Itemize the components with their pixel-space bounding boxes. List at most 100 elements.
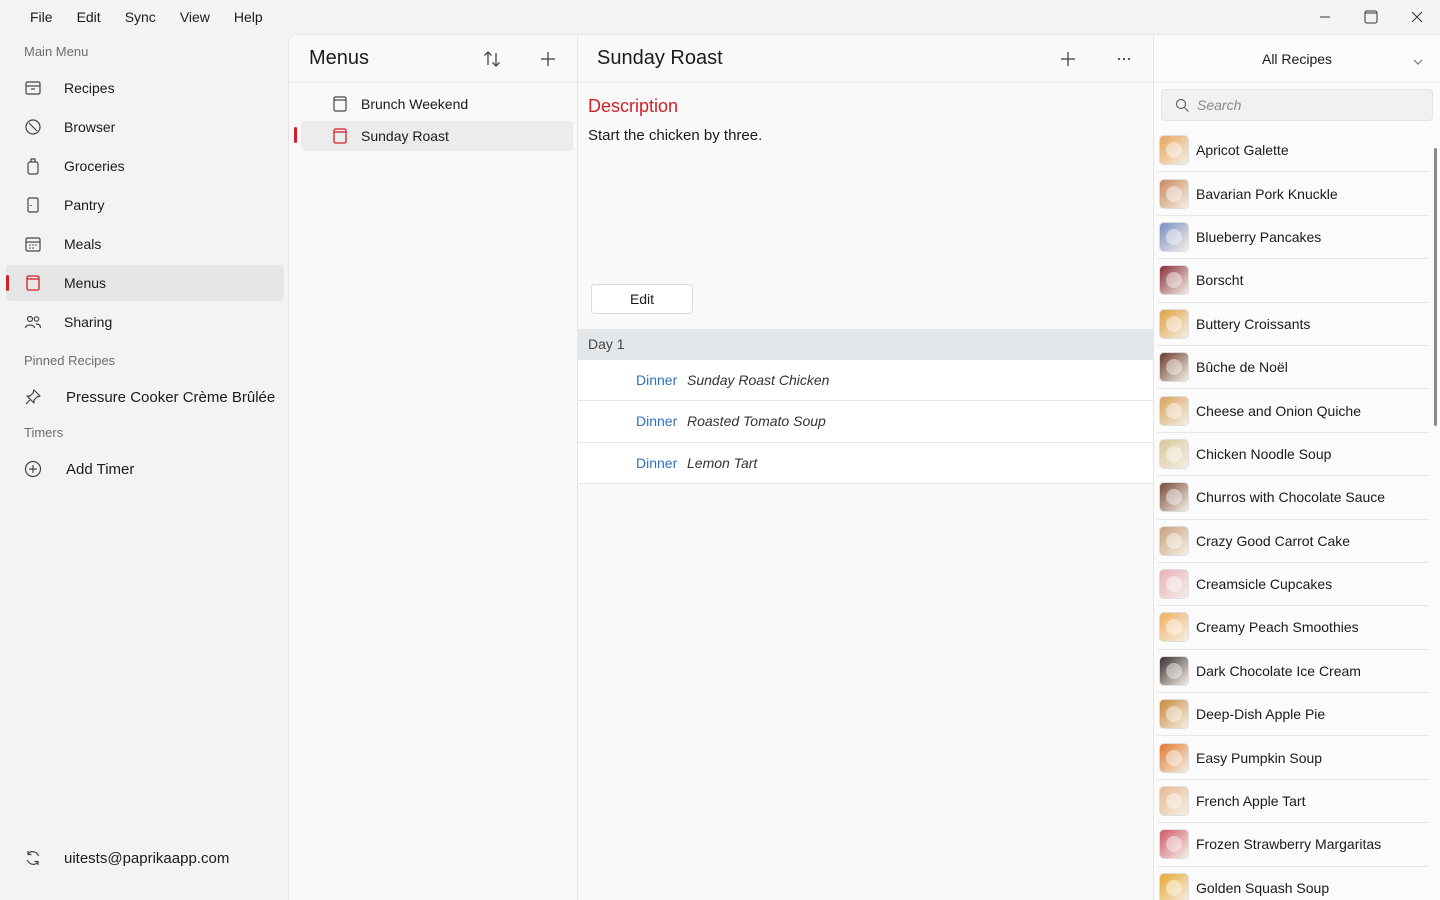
timers-label: Timers [24,425,64,440]
calendar-icon [24,235,42,253]
recipe-name: Cheese and Onion Quiche [1196,402,1361,419]
menu-list-item-brunch-weekend[interactable]: Brunch Weekend [301,89,573,119]
more-options-icon[interactable] [1112,47,1136,71]
menu-file[interactable]: File [0,0,65,34]
menus-header: Menus [289,35,577,83]
pinned-recipe-label: Pressure Cooker Crème Brûlée [66,388,276,406]
recipe-thumbnail [1159,221,1189,252]
menu-list-label: Brunch Weekend [361,96,469,112]
recipe-name: Easy Pumpkin Soup [1196,749,1323,766]
sidebar-item-label: Meals [64,236,102,252]
recipe-list-item[interactable]: Crazy Good Carrot Cake [1157,520,1428,563]
sync-account[interactable]: uitests@paprikaapp.com [6,840,229,876]
recipe-list-item[interactable]: Churros with Chocolate Sauce [1157,476,1428,520]
recipe-list-item[interactable]: Bavarian Pork Knuckle [1157,172,1428,216]
menu-book-icon [331,127,349,145]
meal-type: Dinner [636,454,678,471]
recipe-box-icon [24,79,42,97]
category-selected: All Recipes [1261,50,1333,67]
sidebar-item-label: Recipes [64,80,115,96]
chevron-down-icon [1412,53,1424,71]
search-icon [1175,98,1190,113]
recipe-list-item[interactable]: Deep-Dish Apple Pie [1157,693,1428,737]
sidebar-item-label: Groceries [64,158,125,174]
account-email: uitests@paprikaapp.com [64,849,230,867]
recipe-name: Golden Squash Soup [1196,879,1330,896]
sync-icon [24,849,42,867]
window-controls [1302,0,1440,34]
close-icon[interactable] [1394,0,1440,34]
recipe-thumbnail [1159,569,1189,600]
recipe-list-item[interactable]: Golden Squash Soup [1157,867,1428,900]
recipe-list-item[interactable]: French Apple Tart [1157,780,1428,824]
grocery-bag-icon [24,157,42,175]
recipe-thumbnail [1159,352,1189,383]
recipe-list-item[interactable]: Cheese and Onion Quiche [1157,389,1428,433]
recipe-name: Creamsicle Cupcakes [1196,576,1333,593]
pinned-recipe-item[interactable]: Pressure Cooker Crème Brûlée [6,379,284,415]
recipe-thumbnail [1159,742,1189,773]
menu-list-item-sunday-roast[interactable]: Sunday Roast [294,121,573,151]
description-heading: Description [588,96,679,116]
sidebar-item-recipes[interactable]: Recipes [6,70,284,106]
add-menu-icon[interactable] [536,47,560,71]
meal-row[interactable]: Dinner Lemon Tart [578,442,1154,484]
main-menu-label: Main Menu [24,44,89,59]
add-timer-button[interactable]: Add Timer [6,451,284,487]
edit-button[interactable]: Edit [591,284,693,314]
recipe-list-item[interactable]: Dark Chocolate Ice Cream [1157,650,1428,694]
menus-panel: Menus Brunch Weekend Sunday Roast [288,34,577,900]
sidebar-item-label: Browser [64,119,116,135]
recipe-category-selector[interactable]: All Recipes [1154,35,1440,83]
recipe-list-item[interactable]: Easy Pumpkin Soup [1157,736,1428,780]
recipe-name: Churros with Chocolate Sauce [1196,489,1386,506]
recipe-thumbnail [1159,525,1189,556]
sidebar-item-label: Pantry [64,197,105,213]
recipe-list-item[interactable]: Creamsicle Cupcakes [1157,563,1428,607]
recipe-list-item[interactable]: Apricot Galette [1157,129,1428,173]
recipe-name: Blueberry Pancakes [1196,228,1322,245]
recipe-thumbnail [1159,178,1189,209]
sidebar-item-browser[interactable]: Browser [6,109,284,145]
add-circle-icon [24,460,42,478]
recipe-thumbnail [1159,829,1189,860]
sort-icon[interactable] [480,47,504,71]
recipe-thumbnail [1159,135,1189,166]
recipe-name: Bavarian Pork Knuckle [1196,185,1338,202]
pinned-recipes-label: Pinned Recipes [24,353,116,368]
maximize-icon[interactable] [1348,0,1394,34]
sidebar-item-label: Sharing [64,314,113,330]
sidebar-item-menus[interactable]: Menus [6,265,284,301]
menu-sync[interactable]: Sync [113,0,168,34]
scrollbar[interactable] [1434,148,1437,426]
recipe-list-item[interactable]: Borscht [1157,259,1428,303]
search-input[interactable] [1197,97,1417,113]
sidebar-item-meals[interactable]: Meals [6,226,284,262]
recipe-list-item[interactable]: Frozen Strawberry Margaritas [1157,823,1428,867]
compass-icon [24,118,42,136]
recipe-list-item[interactable]: Blueberry Pancakes [1157,216,1428,260]
menu-bar: File Edit Sync View Help [0,0,1440,34]
recipe-list-item[interactable]: Chicken Noodle Soup [1157,433,1428,477]
sidebar-item-pantry[interactable]: Pantry [6,187,284,223]
minimize-icon[interactable] [1302,0,1348,34]
menu-detail-panel: Sunday Roast Description Start the chick… [577,34,1154,900]
menus-title: Menus [309,47,370,69]
recipe-list-item[interactable]: Buttery Croissants [1157,303,1428,346]
recipe-list-item[interactable]: Bûche de Noël [1157,346,1428,390]
meal-row[interactable]: Dinner Sunday Roast Chicken [578,360,1154,402]
meal-recipe-name: Lemon Tart [687,454,758,471]
menu-edit[interactable]: Edit [65,0,113,34]
sidebar-item-groceries[interactable]: Groceries [6,148,284,184]
menu-list-label: Sunday Roast [361,128,449,144]
recipe-list: Apricot Galette Bavarian Pork Knuckle Blue… [1154,129,1428,900]
meal-row[interactable]: Dinner Roasted Tomato Soup [578,401,1154,443]
add-meal-icon[interactable] [1056,47,1080,71]
detail-header: Sunday Roast [578,35,1153,83]
recipes-panel: All Recipes Apricot Galette Bavarian Pork… [1153,34,1440,900]
sidebar-item-sharing[interactable]: Sharing [6,304,284,340]
menu-view[interactable]: View [168,0,222,34]
menu-help[interactable]: Help [222,0,275,34]
day-header: Day 1 [578,329,1154,360]
recipe-list-item[interactable]: Creamy Peach Smoothies [1157,606,1428,650]
